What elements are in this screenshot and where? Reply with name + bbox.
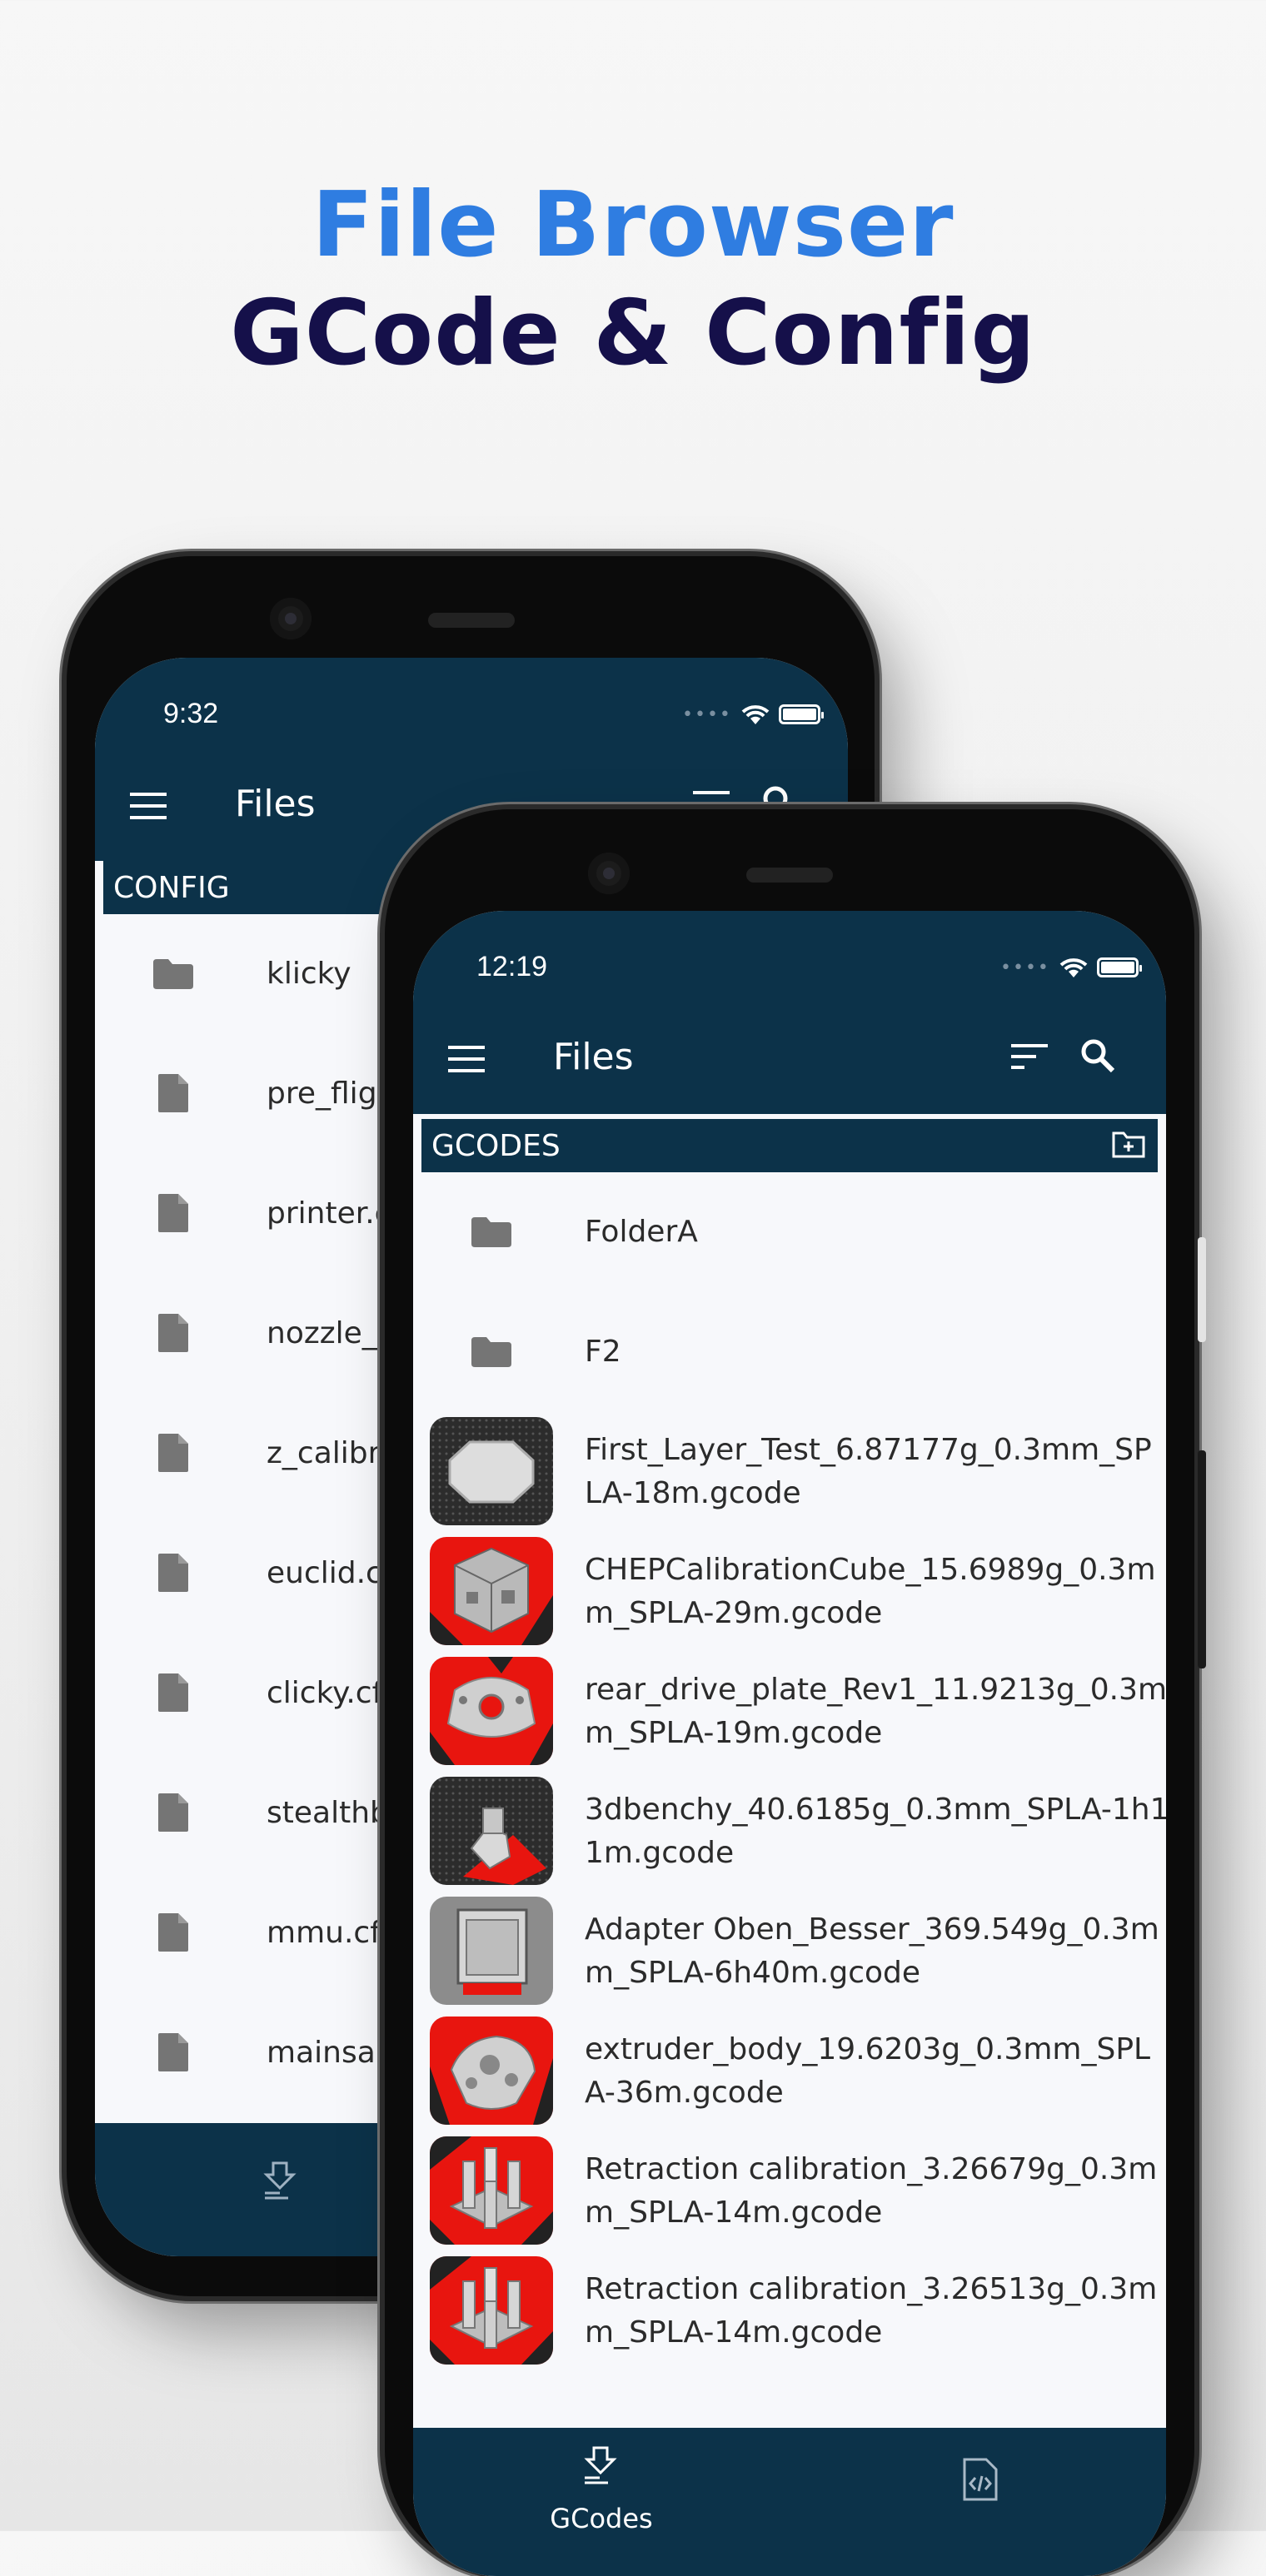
- gcode-file-row[interactable]: Retraction calibration_3.26513g_0.3m m_SP…: [421, 2251, 1158, 2371]
- gcode-file-row[interactable]: Retraction calibration_3.26679g_0.3m m_SP…: [421, 2131, 1158, 2251]
- toolbar-title: Files: [235, 783, 316, 825]
- gcode-file-row[interactable]: rear_drive_plate_Rev1_11.9213g_0.3m m_SPL…: [421, 1652, 1166, 1772]
- gcode-file-row[interactable]: 3dbenchy_40.6185g_0.3mm_SPLA-1h1 1m.gcode: [421, 1772, 1166, 1892]
- gcode-tab-icon[interactable]: [262, 2160, 298, 2206]
- status-time: 9:32: [163, 698, 219, 729]
- file-icon: [157, 1072, 190, 1117]
- front-camera: [588, 853, 630, 894]
- file-icon: [157, 2031, 190, 2076]
- gcode-file-row[interactable]: First_Layer_Test_6.87177g_0.3mm_SP LA-18m…: [421, 1412, 1158, 1532]
- section-title: GCODES: [431, 1128, 561, 1163]
- file-name-line2: A-36m.gcode: [585, 2076, 784, 2110]
- volume-button: [1198, 1450, 1206, 1668]
- folder-icon: [470, 1335, 513, 1372]
- file-name-line1: CHEPCalibrationCube_15.6989g_0.3m: [585, 1553, 1156, 1587]
- menu-icon[interactable]: [130, 793, 167, 823]
- gcode-thumbnail: [430, 1537, 553, 1645]
- earpiece: [428, 613, 515, 628]
- list-item-name: clicky.cf: [267, 1676, 383, 1710]
- file-name-line2: LA-18m.gcode: [585, 1476, 801, 1510]
- list-item-name: printer.c: [267, 1196, 391, 1231]
- battery-icon: [1096, 957, 1142, 977]
- file-name-line2: m_SPLA-6h40m.gcode: [585, 1956, 921, 1990]
- list-item-name: mmu.cf: [267, 1916, 381, 1950]
- wifi-icon: [741, 705, 770, 724]
- list-item-name: mainsai: [267, 2036, 384, 2070]
- tab-gcodes[interactable]: GCodes: [543, 2443, 660, 2543]
- file-icon: [157, 1912, 190, 1957]
- file-icon: [157, 1552, 190, 1597]
- gcode-thumbnail: [430, 2256, 553, 2365]
- list-item-name: pre_flig: [267, 1077, 377, 1111]
- status-time: 12:19: [476, 951, 548, 982]
- file-name-line2: m_SPLA-14m.gcode: [585, 2196, 883, 2230]
- section-header-gcodes: GCODES: [421, 1119, 1158, 1172]
- file-name-line1: rear_drive_plate_Rev1_11.9213g_0.3m: [585, 1673, 1166, 1707]
- file-icon: [157, 1192, 190, 1237]
- side-button: [1198, 1237, 1206, 1342]
- file-icon: [157, 1312, 190, 1357]
- front-screen: 12:19 •••• Files GCODES FolderA F2 First…: [413, 911, 1166, 2576]
- front-camera: [270, 598, 312, 639]
- file-icon: [157, 1432, 190, 1477]
- list-item-name: nozzle_s: [267, 1316, 393, 1350]
- signal-icon: ••••: [682, 704, 732, 725]
- gcode-thumbnail: [430, 1777, 553, 1885]
- folder-icon: [152, 957, 195, 994]
- gcode-thumbnail: [430, 1897, 553, 2005]
- folder-row[interactable]: FolderA: [421, 1172, 1158, 1292]
- gcode-file-row[interactable]: Adapter Oben_Besser_369.549g_0.3m m_SPLA-…: [421, 1892, 1159, 2012]
- folder-name: F2: [585, 1335, 621, 1369]
- file-name-line2: 1m.gcode: [585, 1836, 735, 1870]
- file-name-line2: m_SPLA-14m.gcode: [585, 2315, 883, 2350]
- list-item-name: z_calibr: [267, 1436, 381, 1470]
- search-icon[interactable]: [1079, 1037, 1116, 1077]
- headline-line2: GCode & Config: [230, 281, 1036, 385]
- file-name-line2: m_SPLA-19m.gcode: [585, 1716, 883, 1750]
- gcode-list: FolderA F2 First_Layer_Test_6.87177g_0.3mm…: [421, 1172, 1166, 2380]
- gcode-tab-icon: [581, 2444, 620, 2491]
- gcode-file-row[interactable]: extruder_body_19.6203g_0.3mm_SPL A-36m.gc…: [421, 2012, 1158, 2131]
- wifi-icon: [1059, 958, 1088, 977]
- status-icons: ••••: [682, 703, 824, 726]
- sort-icon[interactable]: [1011, 1044, 1048, 1072]
- list-item-name: klicky: [267, 957, 351, 991]
- status-icons: ••••: [1000, 956, 1142, 979]
- gcode-thumbnail: [430, 1417, 553, 1525]
- file-name-line1: First_Layer_Test_6.87177g_0.3mm_SP: [585, 1433, 1152, 1467]
- gcode-thumbnail: [430, 1657, 553, 1765]
- file-name-line2: m_SPLA-29m.gcode: [585, 1596, 883, 1630]
- menu-icon[interactable]: [448, 1046, 485, 1076]
- gcode-thumbnail: [430, 2017, 553, 2125]
- file-name-line1: 3dbenchy_40.6185g_0.3mm_SPLA-1h1: [585, 1793, 1166, 1827]
- file-name-line1: extruder_body_19.6203g_0.3mm_SPL: [585, 2032, 1151, 2066]
- file-name-line1: Retraction calibration_3.26679g_0.3m: [585, 2152, 1158, 2186]
- app-bar: 12:19 •••• Files: [413, 911, 1166, 1114]
- headline-line1: File Browser: [312, 173, 954, 277]
- toolbar-title: Files: [553, 1036, 634, 1078]
- section-title: CONFIG: [113, 870, 230, 905]
- gcode-file-row[interactable]: CHEPCalibrationCube_15.6989g_0.3m m_SPLA-…: [421, 1532, 1158, 1652]
- file-icon: [157, 1672, 190, 1717]
- list-item-name: stealthb: [267, 1796, 389, 1830]
- create-folder-icon[interactable]: [1111, 1129, 1146, 1166]
- file-name-line1: Retraction calibration_3.26513g_0.3m: [585, 2272, 1158, 2306]
- signal-icon: ••••: [1000, 957, 1050, 978]
- config-tab-icon[interactable]: [961, 2456, 999, 2506]
- battery-icon: [778, 704, 824, 724]
- earpiece: [746, 868, 833, 883]
- file-name-line1: Adapter Oben_Besser_369.549g_0.3m: [585, 1912, 1159, 1947]
- folder-name: FolderA: [585, 1215, 698, 1249]
- folder-row[interactable]: F2: [421, 1292, 1158, 1412]
- tab-gcodes-label: GCodes: [550, 2503, 653, 2534]
- gcode-thumbnail: [430, 2136, 553, 2245]
- file-icon: [157, 1792, 190, 1837]
- bottom-nav: GCodes: [413, 2428, 1166, 2576]
- list-item-name: euclid.c: [267, 1556, 382, 1590]
- front-phone: 12:19 •••• Files GCODES FolderA F2 First…: [385, 809, 1206, 2576]
- folder-icon: [470, 1216, 513, 1252]
